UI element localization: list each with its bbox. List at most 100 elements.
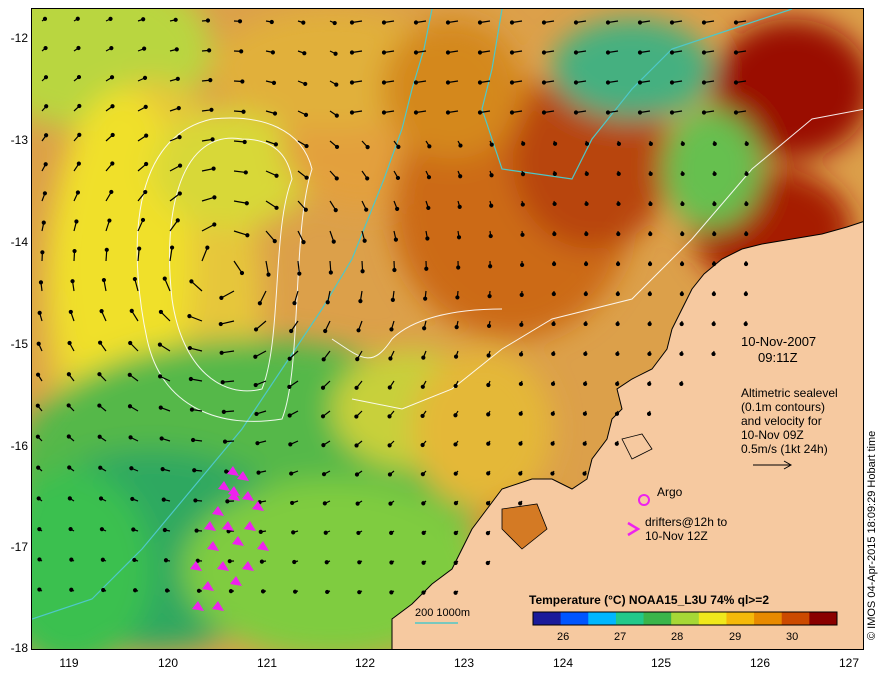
velocity-arrow-head — [364, 207, 369, 212]
velocity-arrow-head — [35, 403, 40, 408]
velocity-arrow-head — [42, 16, 48, 21]
velocity-arrow-head — [488, 233, 493, 239]
velocity-arrow-head — [253, 327, 259, 332]
velocity-arrow-head — [274, 205, 279, 210]
velocity-arrow-head — [266, 272, 271, 277]
velocity-arrow-head — [413, 110, 419, 115]
velocity-arrow-head — [68, 526, 73, 532]
colorbar-swatch — [588, 612, 617, 625]
velocity-arrow-head — [453, 560, 458, 565]
velocity-arrow-head — [76, 74, 82, 80]
colorbar-swatch — [560, 612, 589, 625]
velocity-arrow-head — [421, 560, 426, 565]
velocity-arrow-head — [130, 496, 135, 502]
velocity-arrow-head — [521, 141, 526, 146]
velocity-arrow-head — [40, 250, 45, 255]
velocity-arrow-head — [208, 78, 213, 83]
velocity-arrow-head — [420, 472, 425, 477]
velocity-arrow-head — [41, 220, 46, 225]
velocity-arrow-head — [550, 381, 556, 386]
velocity-arrow-head — [395, 206, 400, 212]
velocity-arrow-head — [509, 50, 515, 55]
velocity-arrow-head — [189, 279, 194, 284]
sst-map[interactable]: 10-Nov-2007 09:11Z Altimetric sealevel (… — [31, 8, 864, 650]
velocity-arrow-head — [509, 80, 515, 85]
velocity-arrow-head — [701, 50, 707, 55]
velocity-arrow-head — [354, 472, 360, 477]
velocity-arrow-head — [518, 471, 523, 476]
velocity-arrow-head — [332, 20, 337, 26]
velocity-arrow-head — [616, 201, 621, 207]
velocity-arrow-head — [239, 270, 245, 276]
velocity-arrow-head — [387, 414, 392, 419]
velocity-arrow-head — [254, 411, 259, 417]
velocity-arrow-head — [98, 465, 103, 470]
velocity-arrow-head — [679, 291, 684, 297]
velocity-arrow-head — [358, 298, 363, 304]
colorbar-tick: 26 — [557, 631, 570, 643]
map-canvas — [32, 9, 863, 649]
velocity-arrow-head — [177, 191, 182, 196]
velocity-arrow-head — [321, 357, 326, 362]
velocity-arrow-head — [36, 496, 41, 501]
velocity-arrow-head — [129, 466, 134, 471]
lon-tick: 122 — [354, 656, 376, 670]
velocity-arrow-head — [241, 109, 246, 114]
velocity-arrow-head — [614, 411, 620, 416]
velocity-arrow-head — [381, 110, 387, 115]
velocity-arrow-head — [573, 110, 579, 115]
velocity-arrow-head — [679, 321, 684, 327]
velocity-arrow-head — [648, 171, 653, 177]
velocity-arrow-head — [583, 321, 588, 327]
drifters-label-2: 10-Nov 12Z — [645, 529, 708, 543]
velocity-arrow-head — [98, 340, 103, 345]
velocity-arrow-head — [573, 20, 579, 25]
colorbar-swatch — [726, 612, 755, 625]
velocity-arrow-head — [69, 557, 74, 562]
velocity-arrow-head — [712, 171, 717, 177]
velocity-arrow-head — [212, 195, 217, 200]
velocity-arrow-head — [395, 175, 401, 181]
velocity-arrow-head — [67, 496, 72, 501]
velocity-arrow-head — [333, 51, 338, 56]
velocity-arrow-head — [291, 530, 296, 535]
velocity-arrow-head — [425, 236, 430, 241]
lon-tick: 126 — [749, 656, 771, 670]
velocity-arrow-head — [583, 351, 588, 357]
velocity-arrow-head — [323, 530, 328, 535]
velocity-arrow-head — [456, 235, 462, 240]
velocity-arrow-head — [679, 351, 684, 357]
velocity-arrow-head — [188, 376, 193, 382]
velocity-arrow-head — [287, 356, 292, 361]
lon-tick: 127 — [838, 656, 860, 670]
velocity-arrow-head — [733, 20, 739, 25]
velocity-arrow-head — [487, 294, 492, 299]
velocity-arrow-head — [711, 321, 716, 327]
velocity-arrow-head — [520, 172, 526, 177]
velocity-arrow-head — [290, 500, 295, 506]
velocity-arrow-head — [477, 50, 483, 55]
velocity-arrow-head — [477, 110, 483, 115]
velocity-arrow-head — [259, 559, 265, 564]
velocity-arrow-head — [177, 135, 182, 140]
velocity-arrow-head — [44, 104, 49, 109]
velocity-arrow-head — [605, 110, 611, 115]
velocity-arrow-head — [292, 559, 297, 565]
velocity-arrow-head — [354, 414, 359, 419]
velocity-arrow-head — [76, 45, 81, 51]
velocity-arrow-head — [304, 175, 309, 180]
velocity-arrow-head — [679, 381, 684, 387]
velocity-arrow-head — [388, 501, 393, 506]
velocity-arrow-head — [242, 139, 247, 145]
velocity-arrow-head — [712, 141, 717, 146]
velocity-arrow-head — [365, 145, 370, 150]
velocity-arrow-head — [396, 144, 401, 149]
velocity-arrow-head — [456, 265, 461, 270]
velocity-arrow-head — [648, 201, 653, 207]
velocity-arrow-head — [99, 309, 104, 314]
velocity-arrow-head — [334, 144, 340, 150]
velocity-arrow-head — [212, 222, 217, 227]
velocity-arrow-head — [711, 261, 717, 267]
velocity-arrow-head — [669, 20, 675, 25]
velocity-arrow-head — [303, 81, 308, 87]
